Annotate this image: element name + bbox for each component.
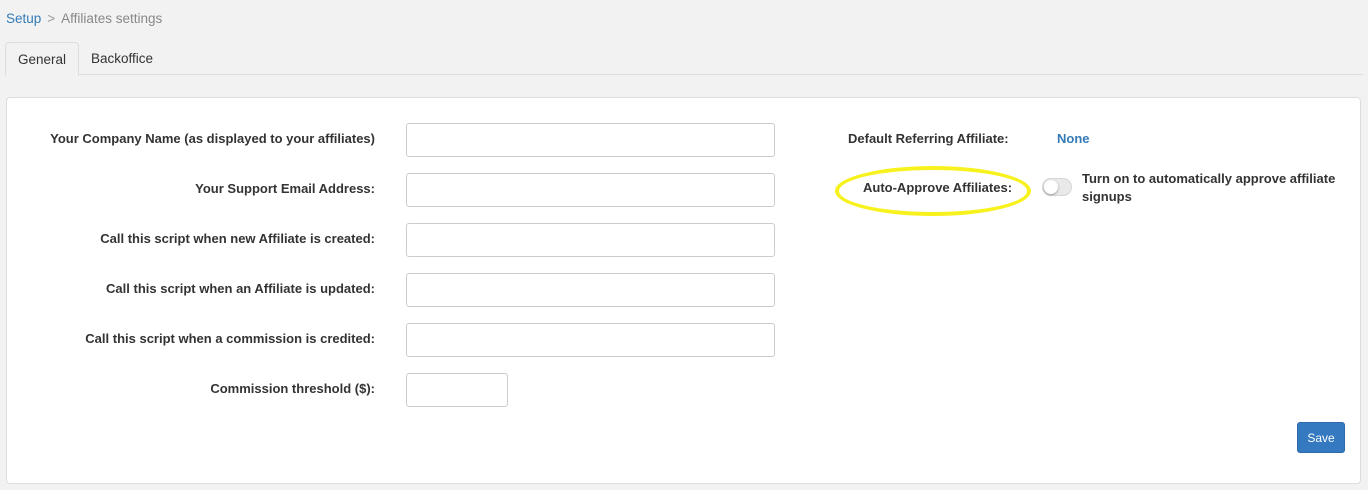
- tab-backoffice[interactable]: Backoffice: [79, 42, 165, 75]
- script-updated-input[interactable]: [406, 273, 775, 307]
- support-email-input[interactable]: [406, 173, 775, 207]
- breadcrumb-current: Affiliates settings: [61, 11, 163, 26]
- default-referrer-link[interactable]: None: [1057, 131, 1090, 147]
- support-email-label: Your Support Email Address:: [195, 181, 375, 196]
- script-created-label: Call this script when new Affiliate is c…: [100, 231, 375, 246]
- script-created-input[interactable]: [406, 223, 775, 257]
- script-commission-input[interactable]: [406, 323, 775, 357]
- tab-general[interactable]: General: [5, 42, 80, 76]
- breadcrumb-separator: >: [47, 11, 56, 26]
- settings-tabs: General Backoffice: [5, 42, 1363, 76]
- commission-threshold-label: Commission threshold ($):: [210, 381, 375, 396]
- auto-approve-description: Turn on to automatically approve affilia…: [1082, 171, 1336, 204]
- general-settings-panel: Your Company Name (as displayed to your …: [6, 97, 1361, 484]
- script-updated-label: Call this script when an Affiliate is up…: [106, 281, 375, 296]
- auto-approve-toggle[interactable]: [1042, 178, 1072, 196]
- toggle-knob: [1044, 180, 1058, 194]
- auto-approve-label: Auto-Approve Affiliates:: [863, 180, 1013, 195]
- company-name-label: Your Company Name (as displayed to your …: [50, 131, 375, 146]
- script-commission-label: Call this script when a commission is cr…: [85, 331, 375, 346]
- default-referrer-label: Default Referring Affiliate:: [848, 131, 1009, 146]
- company-name-input[interactable]: [406, 123, 775, 157]
- commission-threshold-input[interactable]: [406, 373, 508, 407]
- breadcrumb: Setup > Affiliates settings: [6, 11, 162, 26]
- breadcrumb-setup-link[interactable]: Setup: [6, 11, 41, 26]
- save-button[interactable]: Save: [1297, 422, 1345, 453]
